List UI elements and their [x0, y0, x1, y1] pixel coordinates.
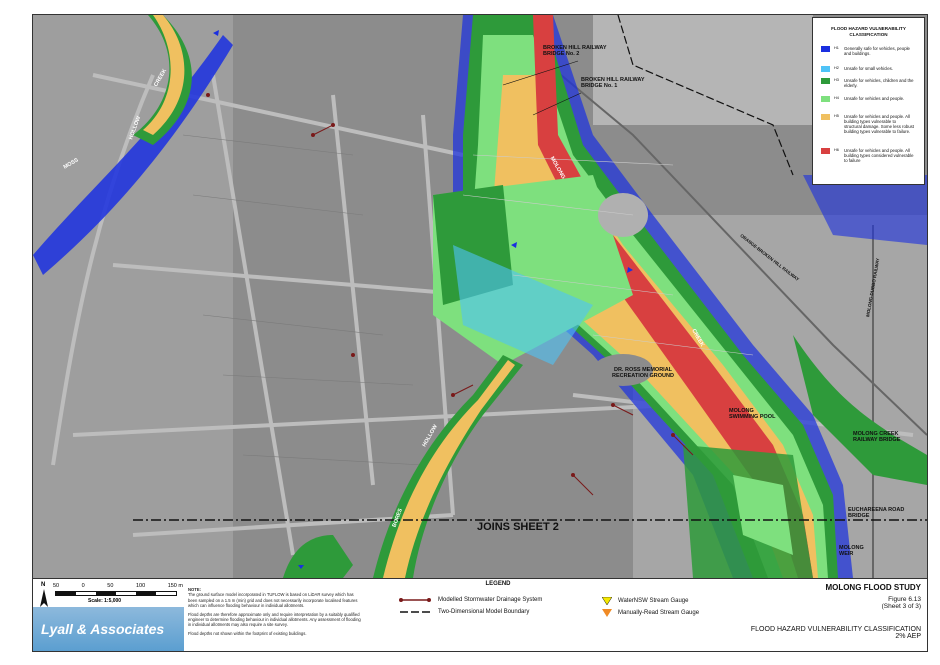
swatch-h6 [821, 148, 830, 154]
aep-label: 2% AEP [895, 633, 921, 640]
desc-h1: Generally safe for vehicles, people and … [844, 46, 910, 56]
scale-tick: 150 m [167, 583, 183, 589]
footer-legend-title: LEGEND [485, 581, 511, 587]
scale-text: Scale: 1:5,000 [88, 598, 122, 604]
legend-boundary-label: Two-Dimensional Model Boundary [438, 609, 530, 615]
hazard-legend: FLOOD HAZARD VULNERABILITY CLASSIFICATIO… [812, 17, 925, 185]
notes-block: NOTE: The ground surface model incorpora… [188, 587, 363, 636]
sheet-number: (Sheet 3 of 3) [881, 603, 921, 610]
map-sheet: BROKEN HILL RAILWAY BRIDGE No. 2 BROKEN … [32, 14, 928, 652]
desc-h4: Unsafe for vehicles and people. [844, 96, 905, 101]
code-h2: H2 [834, 66, 839, 70]
code-h4: H4 [834, 96, 839, 100]
legend-row-h3: H3 Unsafe for vehicles, children and the… [821, 78, 914, 88]
orange-triangle-icon [602, 609, 612, 617]
code-h3: H3 [834, 78, 839, 82]
legend-stormwater-label: Modelled Stormwater Drainage System [438, 597, 543, 603]
code-h1: H1 [834, 46, 839, 50]
code-h5: H5 [834, 114, 839, 118]
label-broken-hill-bridge-1: BROKEN HILL RAILWAY BRIDGE No. 1 [581, 77, 645, 89]
desc-h2: Unsafe for small vehicles. [844, 66, 893, 71]
label-creek-rail-bridge: MOLONG CREEK RAILWAY BRIDGE [853, 431, 901, 443]
scale-tick: 100 [135, 583, 146, 589]
joins-sheet-label: JOINS SHEET 2 [477, 521, 559, 533]
stormwater-line-icon [399, 598, 431, 602]
legend-row-h2: H2 Unsafe for small vehicles. [821, 66, 914, 72]
code-h6: H6 [834, 148, 839, 152]
yellow-triangle-icon [602, 597, 612, 605]
legend-boundary: Two-Dimensional Model Boundary [398, 609, 529, 615]
label-weir: MOLONG WEIR [839, 545, 864, 557]
label-ross-ground: DR. ROSS MEMORIAL RECREATION GROUND [612, 367, 674, 379]
label-broken-hill-bridge-2: BROKEN HILL RAILWAY BRIDGE No. 2 [543, 45, 607, 57]
legend-manual-label: Manually-Read Stream Gauge [618, 610, 700, 616]
study-title: MOLONG FLOOD STUDY [825, 583, 921, 592]
footer-panel: N 50 0 50 100 150 m Scale: 1:5,000 Lyall… [33, 578, 927, 651]
scale-ticks: 50 0 50 100 150 m [53, 583, 183, 589]
scale-tick: 50 [107, 583, 114, 589]
company-logo: Lyall & Associates [33, 607, 184, 651]
swatch-h2 [821, 66, 830, 72]
legend-row-h5: H5 Unsafe for vehicles and people. All b… [821, 114, 914, 134]
note-1: The ground surface model incorporated in… [188, 592, 358, 609]
logo-text: Lyall & Associates [41, 621, 165, 637]
figure-number: Figure 6.13 [888, 596, 921, 603]
boundary-line-icon [400, 611, 430, 613]
note-3: Flood depths not shown within the footpr… [188, 630, 307, 636]
label-euchareena-bridge: EUCHAREENA ROAD BRIDGE [848, 507, 905, 519]
scale-tick: 0 [81, 583, 85, 589]
legend-row-h1: H1 Generally safe for vehicles, people a… [821, 46, 914, 56]
swatch-h3 [821, 78, 830, 84]
title-block: MOLONG FLOOD STUDY Figure 6.13 (Sheet 3 … [721, 583, 921, 640]
swatch-h5 [821, 114, 830, 120]
scale-bar [55, 591, 177, 596]
classification-title: FLOOD HAZARD VULNERABILITY CLASSIFICATIO… [750, 626, 921, 633]
legend-row-h6: H6 Unsafe for vehicles and people. All b… [821, 148, 914, 163]
footer-legend: LEGEND Modelled Stormwater Drainage Syst… [398, 581, 728, 617]
flood-map[interactable]: BROKEN HILL RAILWAY BRIDGE No. 2 BROKEN … [33, 15, 927, 578]
legend-row-h4: H4 Unsafe for vehicles and people. [821, 96, 914, 102]
label-swimming-pool: MOLONG SWIMMING POOL [729, 408, 776, 420]
north-arrow-icon [40, 589, 48, 607]
desc-h3: Unsafe for vehicles, children and the el… [844, 78, 914, 88]
swatch-h4 [821, 96, 830, 102]
legend-water-nsw-label: WaterNSW Stream Gauge [618, 598, 689, 604]
desc-h5: Unsafe for vehicles and people. All buil… [844, 114, 914, 134]
hazard-legend-title: FLOOD HAZARD VULNERABILITY CLASSIFICATIO… [831, 26, 906, 37]
note-2: Flood depths are therefore approximate o… [188, 611, 361, 628]
legend-stormwater: Modelled Stormwater Drainage System [398, 597, 542, 603]
legend-manual: Manually-Read Stream Gauge [602, 609, 699, 617]
scale-tick: 50 [53, 583, 60, 589]
desc-h6: Unsafe for vehicles and people. All buil… [844, 148, 914, 163]
map-graphics [33, 15, 927, 578]
legend-water-nsw: WaterNSW Stream Gauge [602, 597, 688, 605]
north-label: N [41, 582, 46, 588]
swatch-h1 [821, 46, 830, 52]
